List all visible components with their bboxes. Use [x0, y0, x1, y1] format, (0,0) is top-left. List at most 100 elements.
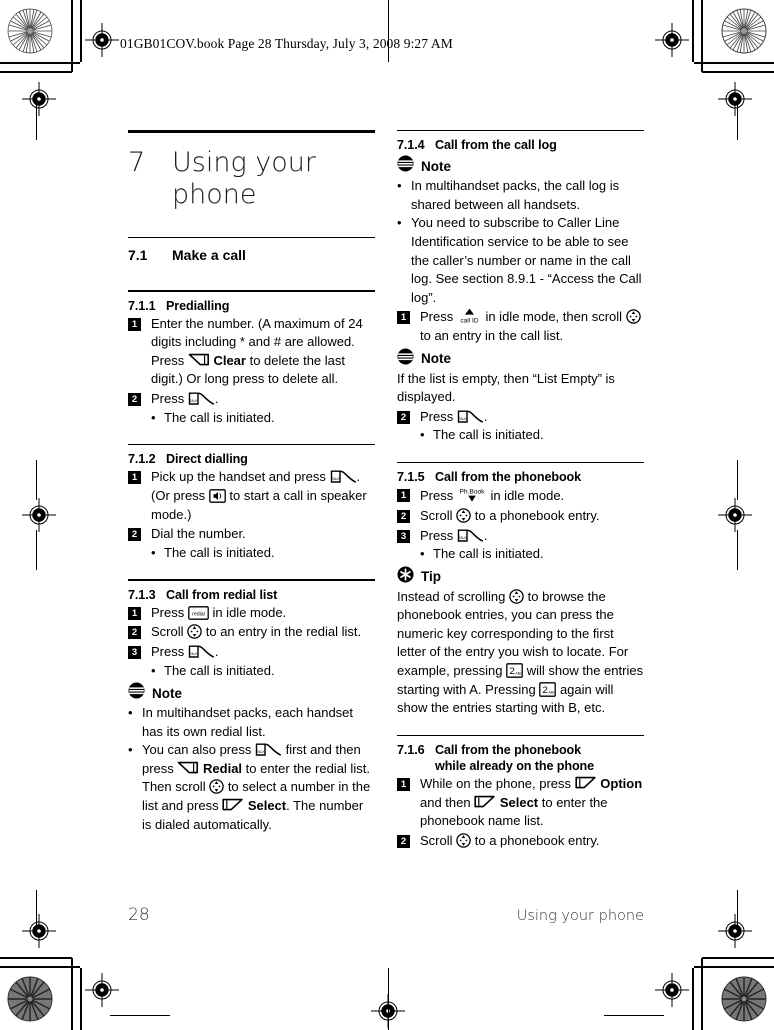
step-number: 1	[397, 489, 410, 503]
navigator-key-icon	[187, 624, 202, 640]
svg-text:ABC: ABC	[549, 690, 556, 694]
note-bullets-713: • In multihandset packs, each handset has…	[128, 704, 375, 834]
note-callout-713: Note	[128, 682, 375, 704]
bullet-item: • You can also press TALK first and then …	[128, 741, 375, 834]
numeric-key-2-icon: 2 ABC	[506, 663, 523, 678]
chapter-title: Using your phone	[172, 147, 316, 210]
phonebook-key-icon: Ph.Book	[457, 486, 487, 503]
redial-key-icon: redial	[187, 605, 209, 620]
bullet-dot: •	[151, 662, 156, 678]
subsection-heading-715: 7.1.5 Call from the phonebook	[397, 463, 644, 485]
step-text: Press TALK.	[151, 643, 219, 659]
talk-key-icon: TALK	[330, 470, 357, 484]
step-text: While on the phone, press Option and the…	[420, 776, 643, 829]
step-number: 1	[128, 606, 141, 620]
softkey-right-icon	[474, 795, 496, 810]
call-id-key-icon: call ID	[457, 308, 482, 324]
subsection-title: Call from the call log	[435, 138, 557, 153]
subsection-number: 7.1.2	[128, 452, 156, 467]
tip-callout-715: Tip	[397, 566, 644, 588]
talk-key-icon: TALK	[255, 743, 282, 757]
svg-text:TALK: TALK	[189, 652, 198, 656]
numbered-step: 2 Scroll to an entry in the redial list.	[128, 623, 375, 642]
step-text: Press Ph.Book in idle mode.	[420, 486, 565, 504]
subsection-heading-716: 7.1.6 Call from the phonebook while alre…	[397, 736, 644, 774]
step-number: 2	[397, 410, 410, 424]
footer-running-title: Using your phone	[516, 908, 644, 924]
step-number: 2	[128, 392, 141, 406]
bullet-dot: •	[420, 546, 425, 562]
numbered-step: 1 While on the phone, press Option and th…	[397, 775, 644, 831]
note-label: Note	[421, 158, 451, 174]
softkey-right-icon	[222, 798, 244, 813]
emphasis-text: Redial	[199, 760, 243, 776]
subsection-title: Direct dialling	[166, 452, 248, 467]
bullet-text: In multihandset packs, each handset has …	[142, 705, 354, 739]
bullet-text: You can also press TALK first and then p…	[142, 742, 371, 832]
numbered-step: 2 Press TALK.	[397, 408, 644, 427]
subsection-heading-712: 7.1.2 Direct dialling	[128, 445, 375, 467]
step-text: Pick up the handset and press TALK. (Or …	[151, 469, 367, 522]
svg-text:TALK: TALK	[189, 399, 198, 403]
numbered-step: 2 Scroll to a phonebook entry.	[397, 507, 644, 526]
note-paragraph-714b: If the list is empty, then “List Empty” …	[397, 370, 615, 405]
left-column: 7 Using your phone 7.1 Make a call 7.1.1…	[128, 130, 375, 834]
steps-712: 1 Pick up the handset and press TALK. (Or…	[128, 468, 375, 562]
subsection-title: Predialling	[166, 298, 230, 313]
step-sub-bullets: • The call is initiated.	[420, 545, 644, 564]
subsection-title-line2: while already on the phone	[435, 759, 595, 774]
subsection-title: Call from the phonebook	[435, 470, 582, 485]
bullet-dot: •	[151, 544, 156, 560]
section-title: Make a call	[172, 247, 246, 264]
bullet-dot: •	[397, 178, 402, 194]
step-text: Enter the number. (A maximum of 24 digit…	[151, 315, 363, 387]
note-icon	[397, 348, 414, 370]
bullet-text: The call is initiated.	[433, 546, 544, 562]
step-text: Scroll to a phonebook entry.	[420, 832, 600, 848]
svg-text:TALK: TALK	[331, 477, 340, 481]
subsection-title-line1: Call from the phonebook	[435, 743, 582, 758]
svg-text:ABC: ABC	[516, 672, 523, 676]
speaker-key-icon	[208, 489, 226, 503]
tip-label: Tip	[421, 569, 441, 585]
svg-text:redial: redial	[192, 611, 205, 617]
note-label: Note	[152, 685, 182, 701]
chapter-number: 7	[128, 147, 146, 178]
step-number: 2	[128, 626, 141, 640]
note-callout-714b: Note	[397, 348, 644, 370]
bullet-text: In multihandset packs, the call log is s…	[411, 178, 620, 212]
talk-key-icon: TALK	[457, 410, 484, 424]
bullet-dot: •	[420, 427, 425, 443]
page-content: 7 Using your phone 7.1 Make a call 7.1.1…	[128, 130, 644, 851]
subsection-number: 7.1.3	[128, 587, 156, 602]
navigator-key-icon	[209, 779, 224, 795]
subsection-heading-713: 7.1.3 Call from redial list	[128, 581, 375, 603]
section-heading: 7.1 Make a call	[128, 238, 375, 264]
navigator-key-icon	[456, 508, 471, 523]
numbered-step: 1 Press Ph.Book in idle mode.	[397, 486, 644, 506]
step-text: Press TALK.	[420, 527, 488, 543]
tip-icon	[397, 566, 414, 588]
svg-text:2: 2	[510, 666, 515, 677]
step-text: Press redial in idle mode.	[151, 604, 287, 620]
subsection-heading-711: 7.1.1 Predialling	[128, 292, 375, 314]
numbered-step: 3 Press TALK.	[128, 643, 375, 662]
softkey-left-icon	[177, 761, 199, 776]
bullet-dot: •	[128, 705, 133, 721]
step-number: 1	[397, 778, 410, 792]
sub-bullet-item: • The call is initiated.	[151, 662, 375, 681]
step-number: 1	[397, 311, 410, 325]
svg-text:TALK: TALK	[458, 536, 467, 540]
sub-bullet-item: • The call is initiated.	[420, 426, 644, 445]
printer-header-text: 01GB01COV.book Page 28 Thursday, July 3,…	[120, 36, 453, 51]
footer-page-number: 28	[128, 905, 150, 925]
step-text: Press call ID in idle mode, then scroll …	[420, 308, 644, 345]
bullet-item: • You need to subscribe to Caller Line Id…	[397, 214, 644, 307]
step-number: 2	[128, 528, 141, 542]
steps-715: 1 Press Ph.Book in idle mode. 2 Scroll to a…	[397, 486, 644, 563]
steps-714b: 2 Press TALK. • The call is initiated.	[397, 408, 644, 445]
emphasis-text: Clear	[209, 352, 246, 368]
bullet-dot: •	[128, 742, 133, 758]
subsection-number: 7.1.1	[128, 298, 156, 313]
note-label: Note	[421, 351, 451, 367]
